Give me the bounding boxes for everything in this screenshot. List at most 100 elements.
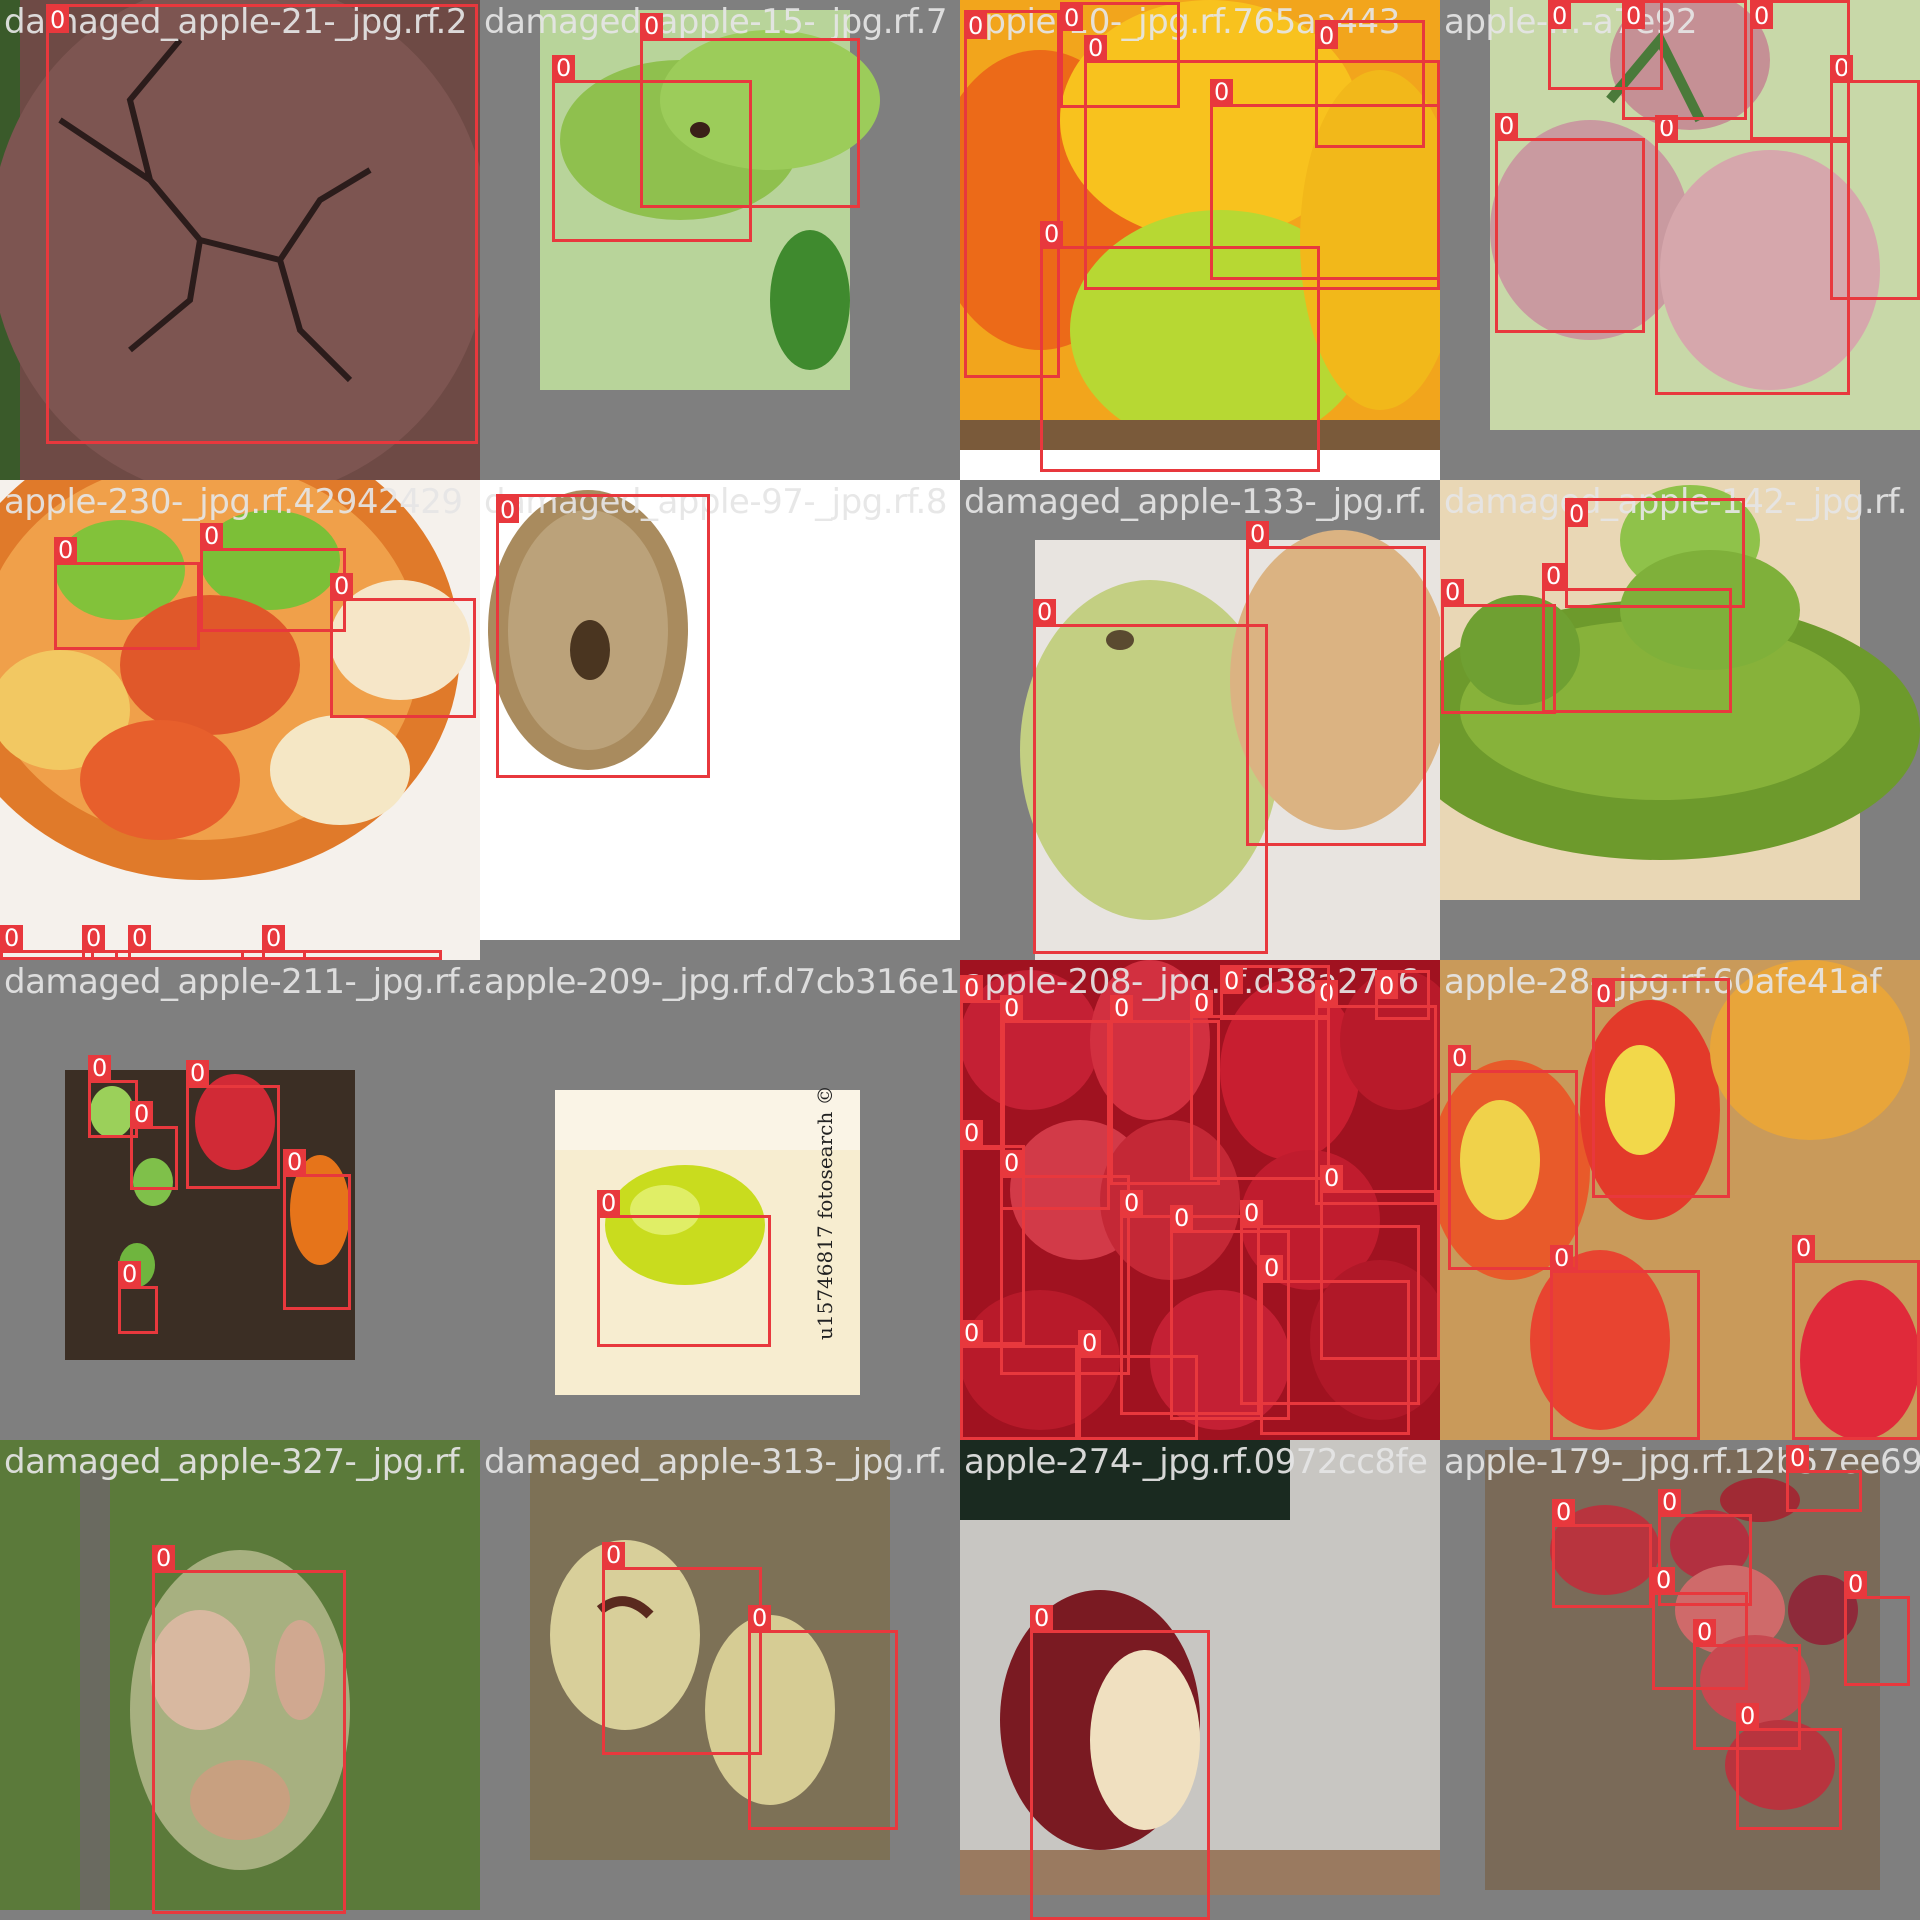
class-label: 0 [1110,995,1134,1021]
detection-mosaic: damaged_apple-21-_jpg.rf.2 0 damaged_apple… [0,0,1920,1920]
class-label: 0 [1033,599,1057,625]
detection-box: 0 [1736,1703,1842,1830]
detection-box: 0 [1220,965,1330,1020]
class-label: 0 [1495,113,1519,139]
detection-box: 0 [54,537,200,650]
class-label: 0 [1693,1619,1717,1645]
class-label: 0 [0,925,24,951]
detection-box: 0 [1495,113,1645,333]
class-label: 0 [960,975,984,1001]
class-label: 0 [262,925,286,951]
detection-box: 0 [1792,1235,1920,1440]
detection-box: 0 [200,523,346,632]
class-label: 0 [1592,981,1616,1007]
class-label: 0 [748,1605,772,1631]
class-label: 0 [1792,1235,1816,1261]
mosaic-tile: damaged_apple-21-_jpg.rf.2 0 [0,0,480,480]
mosaic-tile: apple-230-_jpg.rf.4294242900000000 [0,480,480,960]
detection-box: 0 [186,1060,280,1189]
mosaic-tile: apple-208-_jpg.rf.d38a27c6 0 0 0 0 0 0 0 0 0 0 0 0 0 0… [960,960,1440,1440]
tile-filename: damaged_apple-133-_jpg.rf. [964,482,1427,522]
class-label: 0 [1210,79,1234,105]
class-label: 0 [54,537,78,563]
mosaic-tile: damaged_apple-97-_jpg.rf.8 0 [480,480,960,960]
class-label: 0 [1000,1150,1024,1176]
class-label: 0 [1084,35,1108,61]
detection-box: 0 [130,1101,178,1190]
class-label: 0 [1565,501,1589,527]
class-label: 0 [597,1190,621,1216]
mosaic-tile: apple-274-_jpg.rf.0972cc8fe 0 [960,1440,1440,1920]
tile-filename: damaged_apple-327-_jpg.rf. [4,1442,467,1482]
class-label: 0 [46,7,70,33]
detection-box: 0 [1040,221,1320,472]
class-label: 0 [1622,3,1646,29]
detection-box: 0 [496,494,710,778]
class-label: 0 [1060,5,1084,31]
detection-box: 0 [1033,599,1268,954]
class-label: 0 [1120,1190,1144,1216]
tile-filename: damaged_apple-211-_jpg.rf.a0d8c2329 [4,962,480,1002]
class-label: 0 [1736,1703,1760,1729]
tile-filename: apple-230-_jpg.rf.42942429 [4,482,463,522]
detection-box: 0 [118,1261,158,1334]
class-label: 0 [1315,23,1339,49]
detection-box: 0 [1750,0,1850,140]
mosaic-tile: damaged_apple-327-_jpg.rf. 0 [0,1440,480,1920]
class-label: 0 [128,925,152,951]
class-label: 0 [1246,521,1270,547]
class-label: 0 [1441,579,1465,605]
tile-filename: apple-274-_jpg.rf.0972cc8fe [964,1442,1428,1482]
class-label: 0 [1260,1255,1284,1281]
class-label: 0 [1550,1245,1574,1271]
class-label: 0 [130,1101,154,1127]
class-label: 0 [88,1055,112,1081]
class-label: 0 [602,1542,626,1568]
tile-photo [0,960,480,1440]
mosaic-tile: damaged_apple-15-_jpg.rf.7 0 0 [480,0,960,480]
detection-box: 0 [262,925,442,960]
class-label: 0 [496,497,520,523]
class-label: 0 [186,1060,210,1086]
class-label: 0 [1658,1489,1682,1515]
class-label: 0 [1030,1605,1054,1631]
class-label: 0 [118,1261,142,1287]
detection-box: 0 [1592,978,1730,1198]
mosaic-tile: apple-28-_jpg.rf.60afe41af 0 0 0 0 [1440,960,1920,1440]
detection-box: 0 [748,1605,898,1830]
detection-box: 0 [1315,20,1425,148]
tile-filename: damaged_apple-313-_jpg.rf. [484,1442,947,1482]
mosaic-tile: damaged_apple-142-_jpg.rf. 0 0 0 [1440,480,1920,960]
tile-filename: apple-209-_jpg.rf.d7cb316e1 [484,962,960,1002]
class-label: 0 [552,55,576,81]
mosaic-tile: apple-10-_jpg.rf.765aa443 0 0 0 0 0 0 [960,0,1440,480]
detection-box: 0 [1550,1245,1700,1440]
class-label: 0 [1552,1499,1576,1525]
detection-box: 0 [152,1545,346,1914]
class-label: 0 [1844,1571,1868,1597]
class-label: 0 [283,1149,307,1175]
class-label: 0 [1078,1330,1102,1356]
detection-box: 0 [1448,1045,1578,1270]
class-label: 0 [1190,990,1214,1016]
detection-box: 0 [1030,1605,1210,1920]
class-label: 0 [1786,1445,1810,1471]
class-label: 0 [960,1320,984,1346]
detection-box: 0 [1565,498,1745,608]
class-label: 0 [1320,1165,1344,1191]
detection-box: 0 [1260,1255,1410,1435]
class-label: 0 [330,573,354,599]
class-label: 0 [152,1545,176,1571]
detection-box: 0 [602,1542,762,1755]
mosaic-tile: apple-179-_jpg.rf.12b57ee69 0 0 0 0 0 0 0 [1440,1440,1920,1920]
class-label: 0 [1652,1567,1676,1593]
class-label: 0 [1000,995,1024,1021]
tile-filename: damaged_apple-15-_jpg.rf.7 [484,2,947,42]
mosaic-tile: damaged_apple-211-_jpg.rf.a0d8c232900000 [0,960,480,1440]
detection-box: 0 [1441,579,1556,714]
detection-box: 0 [46,4,478,444]
detection-box: 0 [1246,521,1426,846]
detection-box: 0 [1844,1571,1910,1686]
class-label: 0 [200,523,224,549]
detection-box: 0 [1786,1445,1862,1512]
